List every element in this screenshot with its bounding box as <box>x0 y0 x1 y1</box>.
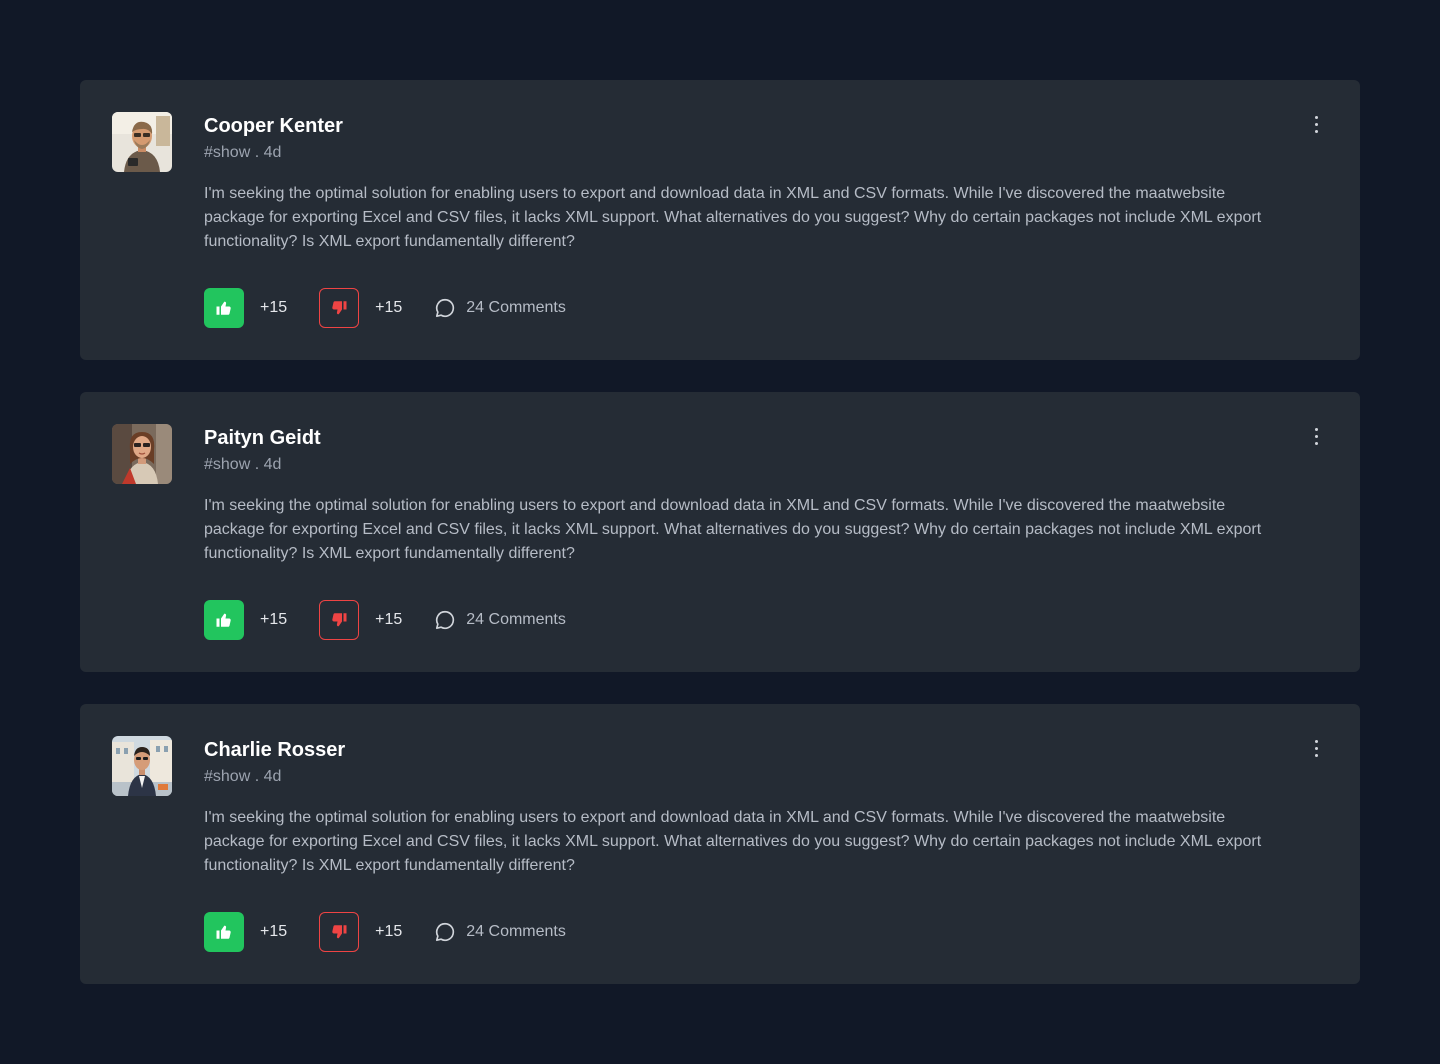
post-content: Charlie Rosser #show . 4d I'm seeking th… <box>204 736 1264 878</box>
post-actions: +15 +15 24 Comments <box>204 912 566 952</box>
comment-bubble-icon <box>434 609 456 631</box>
comments-label: 24 Comments <box>466 923 566 940</box>
thumbs-down-icon <box>332 301 347 315</box>
dislike-button[interactable] <box>319 912 360 952</box>
comment-bubble-icon <box>434 921 456 943</box>
post-meta: #show . 4d <box>204 768 282 785</box>
post-meta: #show . 4d <box>204 456 282 473</box>
dot-icon <box>1314 427 1318 431</box>
thumbs-up-icon <box>216 925 231 939</box>
like-count: +15 <box>260 923 288 940</box>
avatar[interactable] <box>112 736 172 796</box>
dislike-button[interactable] <box>319 288 360 328</box>
dislike-count: +15 <box>375 299 403 316</box>
dislike-count: +15 <box>375 611 403 628</box>
post-body: I'm seeking the optimal solution for ena… <box>204 497 1262 562</box>
like-button[interactable] <box>204 912 244 952</box>
dot-icon <box>1314 129 1318 133</box>
post-card: Paityn Geidt #show . 4d I'm seeking the … <box>80 392 1360 672</box>
comment-bubble-icon <box>434 297 456 319</box>
dislike-button[interactable] <box>319 600 360 640</box>
post-card: Charlie Rosser #show . 4d I'm seeking th… <box>80 704 1360 984</box>
post-actions: +15 +15 24 Comments <box>204 600 566 640</box>
comments-link[interactable]: 24 Comments <box>434 297 566 319</box>
dot-icon <box>1314 122 1318 126</box>
post-content: Paityn Geidt #show . 4d I'm seeking the … <box>204 424 1264 566</box>
dot-icon <box>1314 441 1318 445</box>
more-options-button[interactable] <box>1304 112 1328 136</box>
comments-link[interactable]: 24 Comments <box>434 921 566 943</box>
post-meta: #show . 4d <box>204 144 282 161</box>
dot-icon <box>1314 115 1318 119</box>
post-actions: +15 +15 24 Comments <box>204 288 566 328</box>
comments-link[interactable]: 24 Comments <box>434 609 566 631</box>
post-body: I'm seeking the optimal solution for ena… <box>204 185 1262 250</box>
like-count: +15 <box>260 299 288 316</box>
avatar-photo <box>112 736 172 796</box>
dot-icon <box>1314 739 1318 743</box>
thumbs-down-icon <box>332 613 347 627</box>
dot-icon <box>1314 753 1318 757</box>
dislike-count: +15 <box>375 923 403 940</box>
author-name[interactable]: Charlie Rosser <box>204 736 1264 764</box>
like-button[interactable] <box>204 288 244 328</box>
more-options-button[interactable] <box>1304 424 1328 448</box>
avatar[interactable] <box>112 424 172 484</box>
author-name[interactable]: Cooper Kenter <box>204 112 1264 140</box>
post-feed: Cooper Kenter #show . 4d I'm seeking the… <box>80 80 1360 1016</box>
avatar-photo <box>112 112 172 172</box>
author-name[interactable]: Paityn Geidt <box>204 424 1264 452</box>
thumbs-up-icon <box>216 613 231 627</box>
comments-label: 24 Comments <box>466 611 566 628</box>
post-card: Cooper Kenter #show . 4d I'm seeking the… <box>80 80 1360 360</box>
avatar-photo <box>112 424 172 484</box>
thumbs-down-icon <box>332 925 347 939</box>
thumbs-up-icon <box>216 301 231 315</box>
like-button[interactable] <box>204 600 244 640</box>
dot-icon <box>1314 434 1318 438</box>
avatar[interactable] <box>112 112 172 172</box>
comments-label: 24 Comments <box>466 299 566 316</box>
post-body: I'm seeking the optimal solution for ena… <box>204 809 1262 874</box>
post-content: Cooper Kenter #show . 4d I'm seeking the… <box>204 112 1264 254</box>
dot-icon <box>1314 746 1318 750</box>
more-options-button[interactable] <box>1304 736 1328 760</box>
like-count: +15 <box>260 611 288 628</box>
